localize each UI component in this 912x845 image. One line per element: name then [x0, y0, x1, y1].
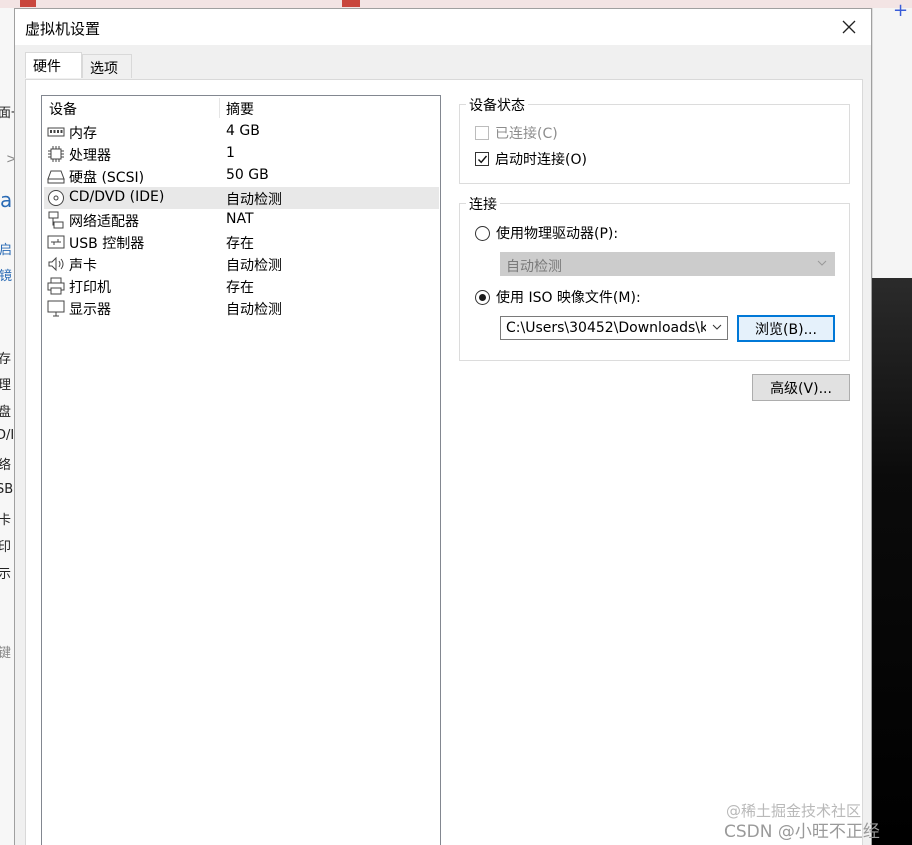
printer-icon — [47, 277, 65, 295]
device-name: 显示器 — [69, 302, 111, 318]
iso-path-combo[interactable]: C:\Users\30452\Downloads\ka — [500, 316, 728, 340]
background-tab-icon — [20, 0, 36, 7]
device-status-group: 设备状态 已连接(C) 启动时连接(O) — [459, 95, 850, 184]
checkmark-icon — [477, 155, 487, 163]
memory-icon — [47, 127, 65, 137]
bg-fragment: 卡 — [0, 513, 12, 528]
sound-card-icon — [48, 256, 64, 272]
connect-at-power-on-label: 启动时连接(O) — [495, 152, 587, 168]
vm-settings-dialog: 虚拟机设置 硬件 选项 设备 摘要 内存 4 GB 处理器 1 硬盘 (SCSI… — [14, 8, 872, 845]
iso-path-value: C:\Users\30452\Downloads\ka — [506, 320, 706, 336]
device-name: 网络适配器 — [69, 214, 139, 230]
advanced-button[interactable]: 高级(V)... — [752, 374, 850, 401]
dialog-title: 虚拟机设置 — [25, 20, 101, 38]
close-icon — [842, 20, 856, 34]
device-summary: 存在 — [226, 280, 254, 296]
device-status-legend: 设备状态 — [466, 95, 528, 115]
connect-at-power-on-checkbox[interactable]: 启动时连接(O) — [475, 149, 587, 169]
device-name: USB 控制器 — [69, 236, 145, 252]
device-summary: 50 GB — [226, 167, 269, 183]
bg-fragment: 络 — [0, 458, 12, 473]
use-physical-drive-radio[interactable]: 使用物理驱动器(P): — [475, 223, 618, 243]
connected-label: 已连接(C) — [495, 126, 558, 142]
display-icon — [47, 300, 65, 317]
bg-fragment: 理 — [0, 378, 12, 393]
column-header-device[interactable]: 设备 — [49, 99, 77, 119]
device-row-network-adapter[interactable]: 网络适配器 NAT — [44, 209, 439, 231]
radio-circle — [475, 225, 490, 241]
checkbox-box — [475, 126, 489, 140]
title-bar: 虚拟机设置 — [15, 9, 871, 45]
bg-fragment: > — [6, 152, 14, 167]
device-row-usb-controller[interactable]: USB 控制器 存在 — [44, 231, 439, 253]
device-summary: 自动检测 — [226, 192, 282, 208]
chevron-down-icon — [712, 324, 722, 330]
background-window-right — [872, 8, 912, 278]
background-dark-panel — [872, 278, 912, 845]
bg-fragment: SB — [0, 482, 14, 497]
cd-dvd-icon — [48, 190, 64, 206]
processor-icon — [48, 146, 64, 162]
hardware-panel: 设备 摘要 内存 4 GB 处理器 1 硬盘 (SCSI) 50 GB CD/D… — [25, 79, 863, 845]
bg-fragment: 示 — [0, 567, 12, 582]
device-summary: NAT — [226, 211, 254, 227]
device-name: 硬盘 (SCSI) — [69, 170, 145, 186]
connection-group: 连接 使用物理驱动器(P): 自动检测 使用 ISO 映像文件(M): C:\U… — [459, 194, 850, 361]
tab-hardware[interactable]: 硬件 — [25, 52, 82, 78]
bg-fragment: D/I — [0, 428, 14, 443]
device-row-display[interactable]: 显示器 自动检测 — [44, 297, 439, 319]
background-tab-icon — [342, 0, 360, 7]
device-summary: 自动检测 — [226, 302, 282, 318]
device-summary: 1 — [226, 145, 235, 161]
use-iso-image-radio[interactable]: 使用 ISO 映像文件(M): — [475, 287, 641, 307]
bg-fragment: 启 — [0, 243, 13, 258]
device-name: CD/DVD (IDE) — [69, 189, 165, 205]
device-row-processor[interactable]: 处理器 1 — [44, 143, 439, 165]
physical-drive-value: 自动检测 — [506, 259, 562, 275]
physical-drive-select[interactable]: 自动检测 — [500, 252, 835, 276]
browse-button[interactable]: 浏览(B)... — [737, 315, 835, 342]
device-list: 设备 摘要 内存 4 GB 处理器 1 硬盘 (SCSI) 50 GB CD/D… — [41, 95, 441, 845]
close-button[interactable] — [827, 9, 871, 45]
tab-options[interactable]: 选项 — [82, 54, 132, 78]
bg-fragment: 镜 — [0, 269, 13, 284]
device-summary: 自动检测 — [226, 258, 282, 274]
device-row-memory[interactable]: 内存 4 GB — [44, 121, 439, 143]
device-row-hard-disk[interactable]: 硬盘 (SCSI) 50 GB — [44, 165, 439, 187]
bg-fragment: 键 — [0, 646, 12, 661]
device-name: 声卡 — [69, 258, 97, 274]
hard-disk-icon — [47, 170, 65, 184]
device-row-printer[interactable]: 打印机 存在 — [44, 275, 439, 297]
column-separator[interactable] — [219, 98, 220, 118]
device-list-header: 设备 摘要 — [42, 96, 440, 120]
chevron-down-icon — [817, 260, 827, 266]
device-summary: 存在 — [226, 236, 254, 252]
bg-fragment: 印 — [0, 540, 12, 555]
use-physical-drive-label: 使用物理驱动器(P): — [496, 226, 619, 242]
device-name: 内存 — [69, 126, 97, 142]
radio-circle — [475, 289, 490, 305]
device-name: 打印机 — [69, 280, 111, 296]
connected-checkbox[interactable]: 已连接(C) — [475, 123, 558, 143]
column-header-summary[interactable]: 摘要 — [226, 99, 254, 119]
bg-fragment: a — [0, 188, 13, 212]
usb-icon — [47, 235, 65, 249]
bg-fragment: 盘 — [0, 405, 12, 420]
connection-legend: 连接 — [466, 194, 500, 214]
device-name: 处理器 — [69, 148, 111, 164]
new-tab-plus-icon[interactable]: + — [893, 2, 908, 20]
background-tab-strip — [0, 0, 912, 8]
background-window-left: 面一 > a 启 镜 存 理 盘 D/I 络 SB 卡 印 示 键 — [0, 8, 14, 845]
device-row-sound-card[interactable]: 声卡 自动检测 — [44, 253, 439, 275]
device-row-cd-dvd[interactable]: CD/DVD (IDE) 自动检测 — [44, 187, 439, 209]
watermark-csdn: CSDN @小旺不正经 — [724, 822, 880, 842]
network-adapter-icon — [48, 211, 64, 229]
use-iso-image-label: 使用 ISO 映像文件(M): — [496, 290, 641, 306]
checkbox-box — [475, 152, 489, 166]
bg-fragment: 存 — [0, 352, 12, 367]
bg-fragment: 面一 — [0, 106, 14, 121]
device-summary: 4 GB — [226, 123, 260, 139]
radio-dot — [479, 293, 486, 301]
